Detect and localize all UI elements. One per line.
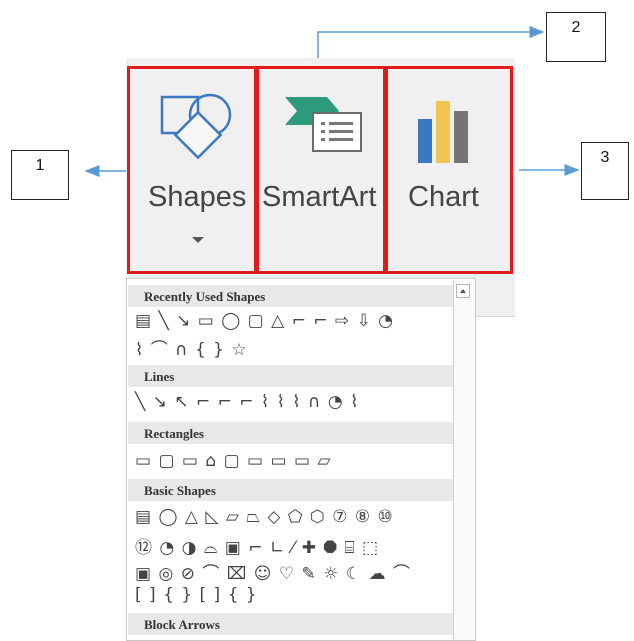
chart-icon-bar-yellow <box>436 101 450 163</box>
smartart-button[interactable]: SmartArt <box>256 66 386 274</box>
smartart-icon <box>285 97 362 152</box>
chart-icon-bar-gray <box>454 111 468 163</box>
smartart-label: SmartArt <box>262 181 377 213</box>
section-header-recently-used: Recently Used Shapes <box>128 285 453 307</box>
scroll-up-arrow-icon[interactable] <box>456 284 470 298</box>
section-header-block-arrows: Block Arrows <box>128 613 453 635</box>
shapes-icon <box>160 93 232 160</box>
shape-row-recent-1[interactable]: ▤ ╲ ↘ ▭ ◯ ▢ △ ⌐ ⌐ ⇨ ⇩ ◔ <box>135 311 394 331</box>
shapes-button[interactable]: Shapes <box>127 66 257 274</box>
section-header-lines: Lines <box>128 365 453 387</box>
shapes-gallery: Recently Used Shapes ▤ ╲ ↘ ▭ ◯ ▢ △ ⌐ ⌐ ⇨… <box>126 278 476 641</box>
shape-row-basic-1[interactable]: ▤ ◯ △ ◺ ▱ ⏢ ◇ ⬠ ⬡ ⑦ ⑧ ⑩ <box>135 507 394 527</box>
shape-row-recent-2[interactable]: ⌇ ⌒ ∩ { } ☆ <box>135 335 248 360</box>
chart-button[interactable]: Chart <box>385 66 513 274</box>
shape-row-basic-2[interactable]: ⑫ ◔ ◑ ⌓ ▣ ⌐ ∟ ⁄ ✚ ⯃ ⌸ ⬚ <box>135 533 379 558</box>
section-header-basic-shapes: Basic Shapes <box>128 479 453 501</box>
shape-row-rectangles[interactable]: ▭ ▢ ▭ ⌂ ▢ ▭ ▭ ▭ ▱ <box>135 451 332 471</box>
gallery-scrollbar[interactable] <box>453 280 474 640</box>
chart-label: Chart <box>408 181 479 213</box>
shape-row-basic-4[interactable]: [ ] { } [ ] { } <box>135 585 258 605</box>
chevron-down-icon <box>192 237 204 243</box>
shape-row-basic-3[interactable]: ▣ ◎ ⊘ ⌒ ⌧ ☺ ♡ ✎ ☼ ☾ ☁ ⌒ <box>135 559 411 584</box>
chart-icon <box>418 101 468 163</box>
section-header-rectangles: Rectangles <box>128 422 453 444</box>
chart-icon-bar-blue <box>418 119 432 163</box>
shape-row-lines[interactable]: ╲ ↘ ↖ ⌐ ⌐ ⌐ ⌇ ⌇ ⌇ ∩ ◔ ⌇ <box>135 392 359 412</box>
shapes-label: Shapes <box>148 181 247 213</box>
